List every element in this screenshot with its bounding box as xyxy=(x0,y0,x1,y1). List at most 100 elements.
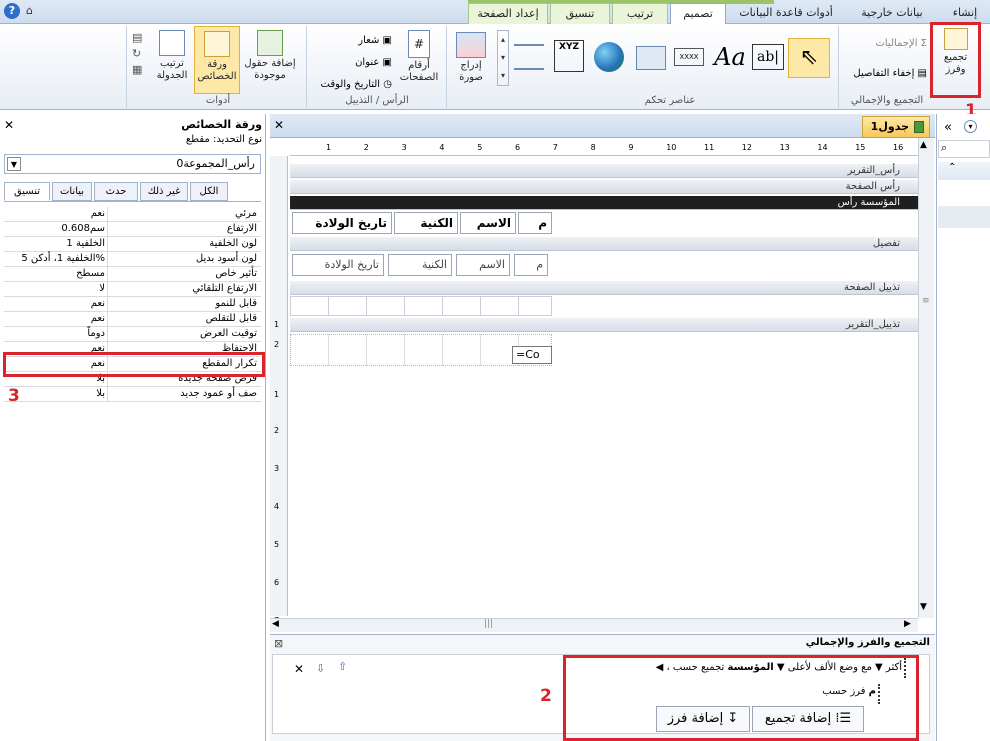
sort-by-row[interactable]: م فرز حسب xyxy=(700,686,876,697)
group-by-row[interactable]: ◀ ، أكثر ▼ مع وضع الألف لأعلى ▼ المؤسسة … xyxy=(570,662,902,673)
section-report-header[interactable]: رأس_التقرير xyxy=(290,164,918,178)
selection-dropdown[interactable]: ▼ رأس_المجموعة0 xyxy=(4,154,261,174)
button-control[interactable]: XXXX xyxy=(674,48,704,66)
scroll-thumb-icon[interactable]: ≡ xyxy=(922,296,930,306)
property-value[interactable]: نعم xyxy=(4,207,108,222)
group-and-sort-button[interactable]: تجميع وفرز xyxy=(933,28,978,76)
label-control-button[interactable]: Aa xyxy=(712,40,748,74)
ruler-tick-label: 4 xyxy=(439,143,445,152)
textbox-nick[interactable]: الكنية xyxy=(388,254,452,276)
order-dropdown[interactable]: ▼ مع وضع الألف لأعلى xyxy=(788,662,883,673)
property-row[interactable]: مسطح تأثير خاص xyxy=(4,267,261,282)
close-property-icon[interactable]: ✕ xyxy=(4,118,14,132)
textbox-dob[interactable]: تاريخ الولادة xyxy=(292,254,384,276)
tab-create[interactable]: إنشاء xyxy=(942,3,988,24)
datetime-button[interactable]: التاريخ والوقت ◷ xyxy=(312,74,392,96)
property-value[interactable]: الخلفية 1 xyxy=(4,237,108,252)
col-header-name[interactable]: الاسم xyxy=(460,212,516,234)
scroll-right-icon[interactable]: ▶ xyxy=(904,619,911,629)
minimize-ribbon-icon[interactable]: ⌂ xyxy=(26,4,33,17)
small-tool-icons[interactable]: ▤ ↻ ▦ xyxy=(132,30,148,78)
tab-order-button[interactable]: ترتيب الجدولة xyxy=(152,30,192,82)
tab-external-data[interactable]: بيانات خارجية xyxy=(846,3,938,24)
hscroll-thumb-icon[interactable]: ||| xyxy=(484,619,493,629)
hyperlink-globe-icon[interactable] xyxy=(594,42,624,72)
tab-page-setup[interactable]: إعداد الصفحة xyxy=(468,3,548,24)
controls-scroll[interactable]: ▴ ▾ ▾ xyxy=(497,30,509,86)
property-value[interactable]: لا xyxy=(4,282,108,297)
move-down-icon[interactable]: ⇩ xyxy=(316,662,325,675)
col-header-nick[interactable]: الكنية xyxy=(394,212,458,234)
option-group-button[interactable] xyxy=(514,44,544,70)
vertical-scrollbar[interactable] xyxy=(918,138,934,618)
tab-design[interactable]: تصميم xyxy=(670,3,726,25)
sort-row-grip[interactable] xyxy=(878,684,884,704)
property-value[interactable]: 0.608سم xyxy=(4,222,108,237)
prop-tab-data[interactable]: بيانات xyxy=(52,182,92,201)
prop-tab-other[interactable]: غير ذلك xyxy=(140,182,188,201)
property-value[interactable]: دوماً xyxy=(4,327,108,342)
col-header-m[interactable]: م xyxy=(518,212,552,234)
select-pointer-button[interactable]: ⇖ xyxy=(788,38,830,78)
textbox-name[interactable]: الاسم xyxy=(456,254,510,276)
property-value[interactable]: مسطح xyxy=(4,267,108,282)
property-row[interactable]: نعم مرئي xyxy=(4,207,261,222)
add-sort-button[interactable]: إضافة فرز ↧ xyxy=(656,706,750,732)
totals-button[interactable]: الإجماليات Σ xyxy=(842,38,927,49)
property-value[interactable]: الخلفية 1، أدكن 5% xyxy=(4,252,108,267)
add-existing-fields-button[interactable]: إضافة حقول موجودة xyxy=(240,30,300,82)
scroll-up-icon[interactable]: ▲ xyxy=(920,140,927,150)
property-row[interactable]: نعم قابل للتقلص xyxy=(4,312,261,327)
property-sheet-button[interactable]: ورقة الخصائص xyxy=(194,26,240,94)
tab-arrange[interactable]: ترتيب xyxy=(612,3,668,24)
nav-dropdown-icon[interactable]: ▾ xyxy=(964,120,977,133)
chart-control-button[interactable]: XYZ xyxy=(554,40,584,72)
scroll-down-icon[interactable]: ▼ xyxy=(920,602,927,612)
tab-control-button[interactable] xyxy=(636,46,666,70)
close-document-icon[interactable]: ✕ xyxy=(274,118,284,132)
property-row[interactable]: دوماً توقيت العرض xyxy=(4,327,261,342)
section-page-header[interactable]: رأس الصفحة xyxy=(290,180,918,194)
group-sort-icon xyxy=(943,28,968,50)
tab-database-tools[interactable]: أدوات قاعدة البيانات xyxy=(728,3,844,24)
nav-collapse-icon[interactable]: « xyxy=(944,120,952,135)
property-row[interactable]: الخلفية 1 لون الخلفية xyxy=(4,237,261,252)
horizontal-scrollbar[interactable] xyxy=(270,618,918,632)
scroll-left-icon[interactable]: ◀ xyxy=(272,619,279,629)
tab-order-icon xyxy=(159,30,185,56)
logo-button[interactable]: شعار ▣ xyxy=(312,30,392,52)
section-group-header[interactable]: المؤسسة رأس xyxy=(290,196,918,210)
group-field-dropdown[interactable]: ▼ المؤسسة xyxy=(728,662,785,673)
property-row[interactable]: نعم قابل للنمو xyxy=(4,297,261,312)
property-row[interactable]: 0.608سم الارتفاع xyxy=(4,222,261,237)
prop-tab-all[interactable]: الكل xyxy=(190,182,228,201)
section-page-footer[interactable]: تذييل الصفحة xyxy=(290,281,918,295)
group-pane-close-icon[interactable]: ⊠ xyxy=(274,637,283,650)
title-button[interactable]: عنوان ▣ xyxy=(312,52,392,74)
prop-tab-format[interactable]: تنسيق xyxy=(4,182,50,201)
page-numbers-button[interactable]: # أرقام الصفحات xyxy=(396,30,442,84)
textbox-control-button[interactable]: ab| xyxy=(752,44,784,70)
nav-group-header[interactable]: ⌃ xyxy=(938,162,990,180)
insert-image-button[interactable]: إدراج صورة xyxy=(450,32,492,84)
prop-tab-event[interactable]: حدث xyxy=(94,182,138,201)
property-value[interactable]: نعم xyxy=(4,312,108,327)
textbox-m[interactable]: م xyxy=(514,254,548,276)
group-row-grip[interactable] xyxy=(904,658,910,678)
property-row[interactable]: الخلفية 1، أدكن 5% لون أسود بديل xyxy=(4,252,261,267)
tab-format[interactable]: تنسيق xyxy=(550,3,610,24)
hide-details-button[interactable]: إخفاء التفاصيل ▤ xyxy=(842,68,927,79)
footer-count-textbox[interactable]: =Co xyxy=(512,346,552,364)
delete-group-icon[interactable]: ✕ xyxy=(294,662,304,676)
property-row[interactable]: لا الارتفاع التلقائي xyxy=(4,282,261,297)
property-value[interactable]: نعم xyxy=(4,297,108,312)
col-header-dob[interactable]: تاريخ الولادة xyxy=(292,212,392,234)
section-report-footer[interactable]: تذييل_التقرير xyxy=(290,318,918,332)
nav-item[interactable] xyxy=(938,206,990,228)
property-row[interactable]: بلا صف أو عمود جديد xyxy=(4,387,261,402)
section-detail[interactable]: تفصيل xyxy=(290,237,918,251)
ruler-tick-label: 16 xyxy=(893,143,904,152)
add-group-button[interactable]: إضافة تجميع ⁞☰ xyxy=(752,706,864,732)
help-icon[interactable]: ? xyxy=(4,3,20,19)
move-up-icon[interactable]: ⇧ xyxy=(338,660,347,673)
